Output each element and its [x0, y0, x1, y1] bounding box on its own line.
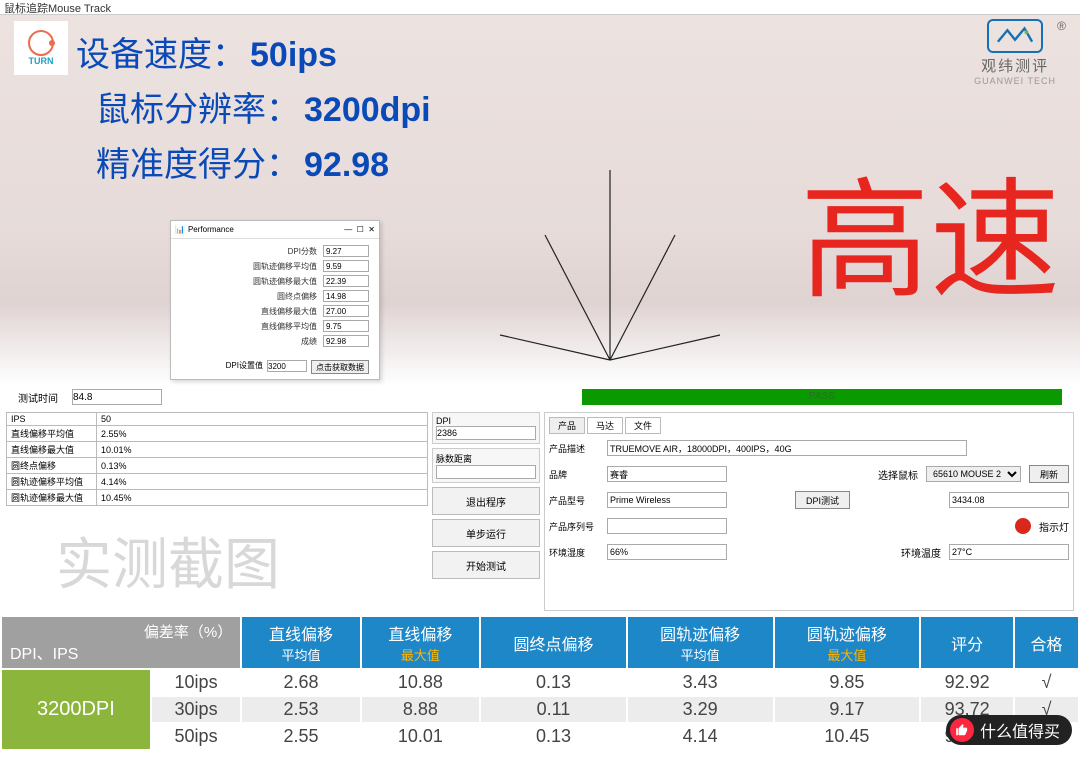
summary-table: 偏差率（%） DPI、IPS 直线偏移平均值直线偏移最大值圆终点偏移圆轨迹偏移平… [0, 615, 1080, 751]
smzdm-badge: 什么值得买 [946, 715, 1072, 745]
serial-input[interactable] [607, 518, 727, 534]
hero-stats: 设备速度：50ips 鼠标分辨率：3200dpi 精准度得分：92.98 [76, 27, 431, 192]
humidity-input[interactable] [607, 544, 727, 560]
tab-file[interactable]: 文件 [625, 417, 661, 434]
table-cell: 4.14 [627, 723, 774, 750]
table-cell: 2.53 [241, 696, 360, 723]
table-cell: 2.55 [241, 723, 360, 750]
corner-header: 偏差率（%） DPI、IPS [1, 616, 241, 669]
table-cell: 2.68 [241, 669, 360, 696]
score-label: 精准度得分： [96, 137, 300, 186]
turn-logo: TURN [14, 21, 68, 75]
sens-input[interactable] [436, 465, 536, 479]
indicator-icon [1015, 518, 1031, 534]
ips-table: IPS50 直线偏移平均值2.55%直线偏移最大值10.01%圆终点偏移0.13… [6, 412, 428, 506]
pass-bar: PASS [582, 389, 1062, 405]
table-cell: 10.45 [774, 723, 921, 750]
hero-panel: TURN ® 观纬测评 GUANWEI TECH 设备速度：50ips 鼠标分辨… [0, 14, 1080, 384]
temp-input[interactable] [949, 544, 1069, 560]
table-cell: 8.88 [361, 696, 480, 723]
table-cell: 9.85 [774, 669, 921, 696]
start-button[interactable]: 开始测试 [432, 551, 540, 579]
dpi-value: 3200dpi [304, 91, 431, 130]
test-time-label: 测试时间 [18, 390, 58, 405]
exit-button[interactable]: 退出程序 [432, 487, 540, 515]
score-value: 92.98 [304, 146, 389, 185]
table-cell: 0.11 [480, 696, 627, 723]
mid-strip: 测试时间 PASS [0, 384, 1080, 410]
performance-dialog[interactable]: 📊 Performance — ☐ ✕ DPI分数圆轨迹偏移平均值圆轨迹偏移最大… [170, 220, 380, 380]
window-title: 鼠标追踪Mouse Track [0, 0, 1080, 14]
big-red-text: 高速 [800, 136, 1060, 324]
step-button[interactable]: 单步运行 [432, 519, 540, 547]
dpi-cell: 3200DPI [1, 669, 151, 750]
model-input[interactable] [607, 492, 727, 508]
control-area: IPS50 直线偏移平均值2.55%直线偏移最大值10.01%圆终点偏移0.13… [0, 410, 1080, 615]
refresh-button[interactable]: 刷新 [1029, 465, 1069, 483]
sens-label: 脉数距离 [436, 452, 536, 465]
speed-label: 设备速度： [76, 27, 246, 76]
perf-dpi-input[interactable] [267, 360, 307, 372]
speed-value: 50ips [250, 36, 337, 75]
perf-fetch-button[interactable]: 点击获取数据 [311, 360, 369, 374]
mouse-select[interactable]: 65610 MOUSE 2 [926, 466, 1021, 482]
table-cell: 9.17 [774, 696, 921, 723]
table-cell: 10.88 [361, 669, 480, 696]
right-num[interactable] [949, 492, 1069, 508]
table-cell: 10.01 [361, 723, 480, 750]
guanwei-logo: ® 观纬测评 GUANWEI TECH [974, 19, 1056, 86]
fan-diagram [480, 165, 740, 365]
screenshot-watermark: 实测截图 [56, 520, 280, 601]
table-cell: 92.92 [920, 669, 1014, 696]
dpi-test-button[interactable]: DPI测试 [795, 491, 850, 509]
brand-input[interactable] [607, 466, 727, 482]
tab-product[interactable]: 产品 [549, 417, 585, 434]
left-results: IPS50 直线偏移平均值2.55%直线偏移最大值10.01%圆终点偏移0.13… [6, 412, 428, 611]
thumb-icon [950, 718, 974, 742]
perf-title: 📊 Performance [175, 225, 234, 234]
tab-motor[interactable]: 马达 [587, 417, 623, 434]
mid-controls: DPI 脉数距离 退出程序 单步运行 开始测试 [432, 412, 540, 611]
product-desc[interactable] [607, 440, 967, 456]
dpi-label-mid: DPI [436, 416, 536, 426]
dpi-label: 鼠标分辨率： [96, 82, 300, 131]
dpi-input-mid[interactable] [436, 426, 536, 440]
table-cell: 3.29 [627, 696, 774, 723]
table-cell: 0.13 [480, 723, 627, 750]
test-time-input[interactable] [72, 389, 162, 405]
table-cell: 3.43 [627, 669, 774, 696]
table-cell: 0.13 [480, 669, 627, 696]
product-panel: 产品 马达 文件 产品描述 品牌 选择鼠标 65610 MOUSE 2 刷新 产… [544, 412, 1074, 611]
table-cell: √ [1014, 669, 1079, 696]
window-controls[interactable]: — ☐ ✕ [344, 225, 375, 234]
